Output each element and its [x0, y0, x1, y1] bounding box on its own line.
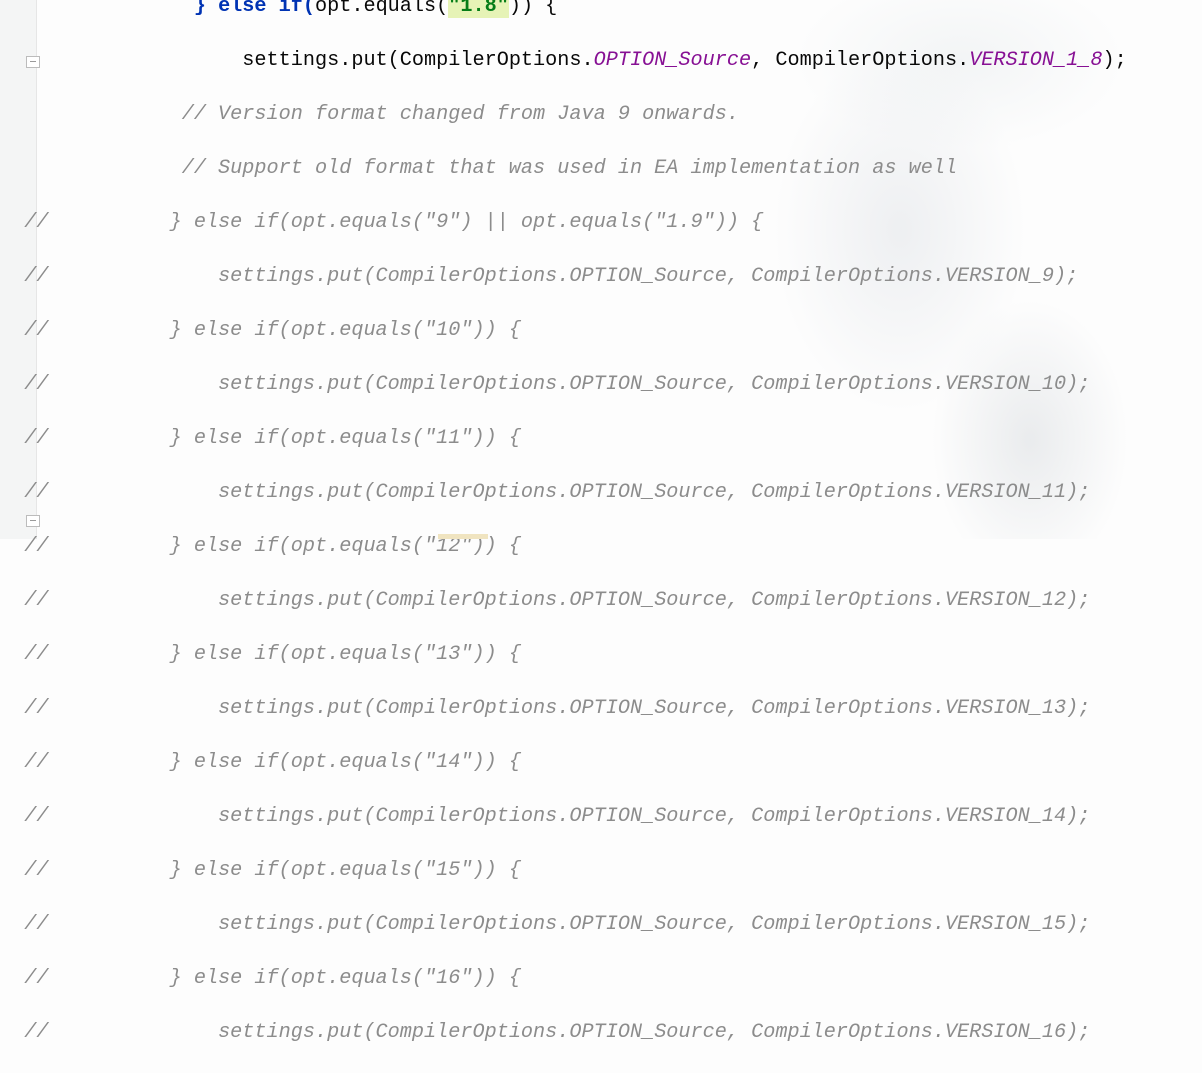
- commented-line: // } else if(opt.equals("13")) {: [0, 641, 1127, 668]
- bracket-highlight: [438, 534, 488, 539]
- comment-prefix: //: [24, 373, 49, 396]
- comment-text: settings.put(CompilerOptions.OPTION_Sour…: [48, 589, 1091, 612]
- comment-prefix: //: [24, 265, 49, 288]
- commented-line: // settings.put(CompilerOptions.OPTION_S…: [0, 911, 1127, 938]
- code-editor[interactable]: } else if(opt.equals("1.8")) { settings.…: [0, 0, 1127, 1073]
- code-line: // Version format changed from Java 9 on…: [0, 101, 1127, 128]
- comment-text: } else if(opt.equals("11")) {: [48, 427, 521, 450]
- code-text: opt.equals(: [315, 0, 449, 18]
- string-literal: "1.8": [448, 0, 509, 18]
- commented-line: // } else if(opt.equals("10")) {: [0, 317, 1127, 344]
- commented-line: // } else if(opt.equals("15")) {: [0, 857, 1127, 884]
- comment-text: settings.put(CompilerOptions.OPTION_Sour…: [48, 697, 1091, 720]
- commented-line: // } else if(opt.equals("16")) {: [0, 965, 1127, 992]
- comment-text: // Support old format that was used in E…: [181, 157, 958, 180]
- comment-text: } else if(opt.equals("16")) {: [48, 967, 521, 990]
- commented-line: // } else if(opt.equals("11")) {: [0, 425, 1127, 452]
- code-line: } else if(opt.equals("1.8")) {: [0, 0, 1127, 20]
- comment-text: } else if(opt.equals("10")) {: [48, 319, 521, 342]
- comment-text: settings.put(CompilerOptions.OPTION_Sour…: [48, 481, 1091, 504]
- keyword: } else if(: [193, 0, 315, 18]
- comment-text: settings.put(CompilerOptions.OPTION_Sour…: [48, 913, 1091, 936]
- commented-line: // } else if(opt.equals("14")) {: [0, 749, 1127, 776]
- commented-line: // settings.put(CompilerOptions.OPTION_S…: [0, 263, 1127, 290]
- comment-prefix: //: [24, 697, 49, 720]
- comment-prefix: //: [24, 643, 49, 666]
- comment-prefix: //: [24, 805, 49, 828]
- code-text: , CompilerOptions.: [751, 49, 970, 72]
- commented-line: // } else if(opt.equals("12")) {: [0, 533, 1127, 560]
- code-line: settings.put(CompilerOptions.OPTION_Sour…: [0, 47, 1127, 74]
- comment-text: // Version format changed from Java 9 on…: [181, 103, 739, 126]
- comment-prefix: //: [24, 535, 49, 558]
- comment-prefix: //: [24, 913, 49, 936]
- comment-text: } else if(opt.equals("15")) {: [48, 859, 521, 882]
- comment-text: } else if(opt.equals("14")) {: [48, 751, 521, 774]
- comment-prefix: //: [24, 751, 49, 774]
- commented-line: // settings.put(CompilerOptions.OPTION_S…: [0, 1019, 1127, 1046]
- comment-prefix: //: [24, 859, 49, 882]
- comment-text: settings.put(CompilerOptions.OPTION_Sour…: [48, 1021, 1091, 1044]
- commented-line: // settings.put(CompilerOptions.OPTION_S…: [0, 587, 1127, 614]
- commented-line: // settings.put(CompilerOptions.OPTION_S…: [0, 803, 1127, 830]
- code-text: )) {: [508, 0, 558, 18]
- comment-text: } else if(opt.equals("13")) {: [48, 643, 521, 666]
- commented-line: // settings.put(CompilerOptions.OPTION_S…: [0, 695, 1127, 722]
- comment-text: } else if(opt.equals("9") || opt.equals(…: [48, 211, 764, 234]
- comment-prefix: //: [24, 211, 49, 234]
- comment-text: settings.put(CompilerOptions.OPTION_Sour…: [48, 373, 1091, 396]
- comment-prefix: //: [24, 589, 49, 612]
- comment-prefix: //: [24, 967, 49, 990]
- field-reference: VERSION_1_8: [969, 49, 1103, 72]
- commented-line: // } else if(opt.equals("9") || opt.equa…: [0, 209, 1127, 236]
- commented-line: // settings.put(CompilerOptions.OPTION_S…: [0, 371, 1127, 398]
- comment-prefix: //: [24, 481, 49, 504]
- code-text: settings.put(CompilerOptions.: [242, 49, 594, 72]
- comment-prefix: //: [24, 1021, 49, 1044]
- comment-prefix: //: [24, 319, 49, 342]
- commented-line: // settings.put(CompilerOptions.OPTION_S…: [0, 479, 1127, 506]
- field-reference: OPTION_Source: [593, 49, 752, 72]
- comment-text: settings.put(CompilerOptions.OPTION_Sour…: [48, 265, 1079, 288]
- comment-text: settings.put(CompilerOptions.OPTION_Sour…: [48, 805, 1091, 828]
- code-text: );: [1102, 49, 1127, 72]
- comment-prefix: //: [24, 427, 49, 450]
- code-line: // Support old format that was used in E…: [0, 155, 1127, 182]
